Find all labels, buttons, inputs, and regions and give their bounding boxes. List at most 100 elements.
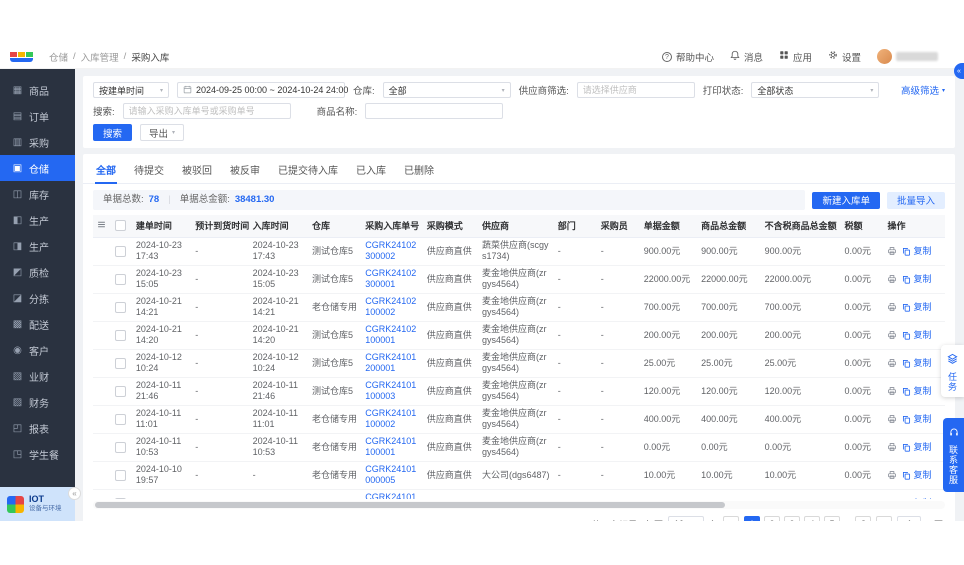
sidebar-item-student-meal[interactable]: ◳学生餐 (0, 441, 75, 467)
tab-3[interactable]: 被反审 (229, 159, 261, 183)
row-checkbox[interactable] (115, 246, 126, 257)
print-icon[interactable] (887, 302, 897, 312)
copy-button[interactable]: 复制 (902, 358, 931, 369)
breadcrumb-item-warehouse[interactable]: 仓储 (49, 50, 68, 64)
sidebar-item-goods[interactable]: ▦商品 (0, 77, 75, 103)
select-all-checkbox[interactable] (115, 220, 126, 231)
order-number-link[interactable]: CGRK24102300002 (365, 240, 416, 261)
row-checkbox[interactable] (115, 442, 126, 453)
order-number-link[interactable]: CGRK24102100001 (365, 324, 416, 345)
print-icon[interactable] (887, 442, 897, 452)
print-icon[interactable] (887, 246, 897, 256)
sidebar-item-biz-finance[interactable]: ▧业财 (0, 363, 75, 389)
sidebar-item-production-2[interactable]: ◨生产 (0, 233, 75, 259)
sidebar-item-production-1[interactable]: ◧生产 (0, 207, 75, 233)
tab-1[interactable]: 待提交 (133, 159, 165, 183)
user-menu[interactable] (877, 49, 938, 64)
tab-0[interactable]: 全部 (95, 159, 117, 184)
apps-link[interactable]: 应用 (779, 50, 812, 64)
time-type-select[interactable]: 按建单时间▾ (93, 82, 169, 98)
print-icon[interactable] (887, 386, 897, 396)
order-number-link[interactable]: CGRK24101000005 (365, 464, 416, 485)
sidebar-item-delivery[interactable]: ▩配送 (0, 311, 75, 337)
new-inbound-button[interactable]: 新建入库单 (812, 192, 880, 209)
tab-5[interactable]: 已入库 (355, 159, 387, 183)
prev-page-button[interactable]: ‹ (723, 516, 739, 521)
order-number-link[interactable]: CGRK24102100002 (365, 296, 416, 317)
copy-button[interactable]: 复制 (902, 414, 931, 425)
order-number-link[interactable]: CGRK24101100003 (365, 380, 416, 401)
order-number-link[interactable]: CGRK24101100002 (365, 408, 416, 429)
order-number-link[interactable]: CGRK24101100001 (365, 436, 416, 457)
row-checkbox[interactable] (115, 274, 126, 285)
order-number-link[interactable]: CGRK241010 (365, 492, 416, 499)
product-name-input[interactable] (365, 103, 503, 119)
customer-service-widget[interactable]: 联系客服 (943, 418, 964, 492)
batch-import-button[interactable]: 批量导入 (887, 192, 945, 209)
sidebar-item-warehouse[interactable]: ▣仓储 (0, 155, 75, 181)
sidebar-item-orders[interactable]: ▤订单 (0, 103, 75, 129)
row-checkbox[interactable] (115, 414, 126, 425)
messages-link[interactable]: 消息 (730, 50, 763, 64)
row-checkbox[interactable] (115, 330, 126, 341)
date-range-input[interactable]: 2024-09-25 00:00 ~ 2024-10-24 24:00 (177, 82, 345, 98)
copy-button[interactable]: 复制 (902, 498, 931, 500)
column-settings-icon[interactable] (93, 215, 109, 237)
sidebar-item-inventory[interactable]: ◫库存 (0, 181, 75, 207)
next-page-button[interactable]: › (876, 516, 892, 521)
tab-6[interactable]: 已删除 (403, 159, 435, 183)
copy-button[interactable]: 复制 (902, 302, 931, 313)
page-button-4[interactable]: 4 (804, 516, 820, 521)
supplier-filter-input[interactable] (577, 82, 695, 98)
row-checkbox[interactable] (115, 302, 126, 313)
row-checkbox[interactable] (115, 386, 126, 397)
sidebar-item-purchase[interactable]: ▥采购 (0, 129, 75, 155)
print-icon[interactable] (887, 470, 897, 480)
copy-button[interactable]: 复制 (902, 386, 931, 397)
sidebar-item-finance[interactable]: ▨财务 (0, 389, 75, 415)
tab-4[interactable]: 已提交待入库 (277, 159, 339, 183)
column-header: 部门 (554, 215, 597, 237)
copy-button[interactable]: 复制 (902, 442, 931, 453)
per-page-select[interactable]: 10▾ (668, 516, 704, 521)
order-number-link[interactable]: CGRK24101200001 (365, 352, 416, 373)
print-status-select[interactable]: 全部状态▾ (751, 82, 879, 98)
page-button-8[interactable]: 8 (855, 516, 871, 521)
sidebar-item-qc[interactable]: ◩质检 (0, 259, 75, 285)
page-button-2[interactable]: 2 (764, 516, 780, 521)
sidebar-collapse-button[interactable]: « (68, 487, 81, 500)
row-checkbox[interactable] (115, 358, 126, 369)
search-button[interactable]: 搜索 (93, 124, 132, 141)
warehouse-select[interactable]: 全部▾ (383, 82, 511, 98)
sidebar-item-reports[interactable]: ◰报表 (0, 415, 75, 441)
order-search-input[interactable] (123, 103, 291, 119)
print-icon[interactable] (887, 414, 897, 424)
print-icon[interactable] (887, 274, 897, 284)
breadcrumb-item-inbound-mgmt[interactable]: 入库管理 (81, 50, 119, 64)
copy-button[interactable]: 复制 (902, 246, 931, 257)
sidebar-item-sorting[interactable]: ◪分拣 (0, 285, 75, 311)
page-button-5[interactable]: 5 (824, 516, 840, 521)
page-button-1[interactable]: 1 (744, 516, 760, 521)
print-icon[interactable] (887, 498, 897, 499)
row-checkbox[interactable] (115, 498, 126, 499)
scrollbar-thumb[interactable] (95, 502, 725, 508)
horizontal-scrollbar[interactable] (93, 501, 945, 509)
sidebar-item-customers[interactable]: ◉客户 (0, 337, 75, 363)
copy-button[interactable]: 复制 (902, 330, 931, 341)
right-edge-expand-tab[interactable]: « (954, 63, 964, 79)
copy-button[interactable]: 复制 (902, 470, 931, 481)
page-button-3[interactable]: 3 (784, 516, 800, 521)
advanced-filter-link[interactable]: 高级筛选▾ (901, 83, 945, 97)
print-icon[interactable] (887, 358, 897, 368)
row-checkbox[interactable] (115, 470, 126, 481)
tab-2[interactable]: 被驳回 (181, 159, 213, 183)
settings-link[interactable]: 设置 (828, 50, 861, 64)
order-number-link[interactable]: CGRK24102300001 (365, 268, 416, 289)
task-widget[interactable]: 任务 (941, 345, 964, 397)
page-jump-input[interactable] (897, 516, 921, 521)
help-center-link[interactable]: ? 帮助中心 (662, 50, 714, 64)
copy-button[interactable]: 复制 (902, 274, 931, 285)
print-icon[interactable] (887, 330, 897, 340)
export-button[interactable]: 导出▾ (140, 124, 184, 141)
